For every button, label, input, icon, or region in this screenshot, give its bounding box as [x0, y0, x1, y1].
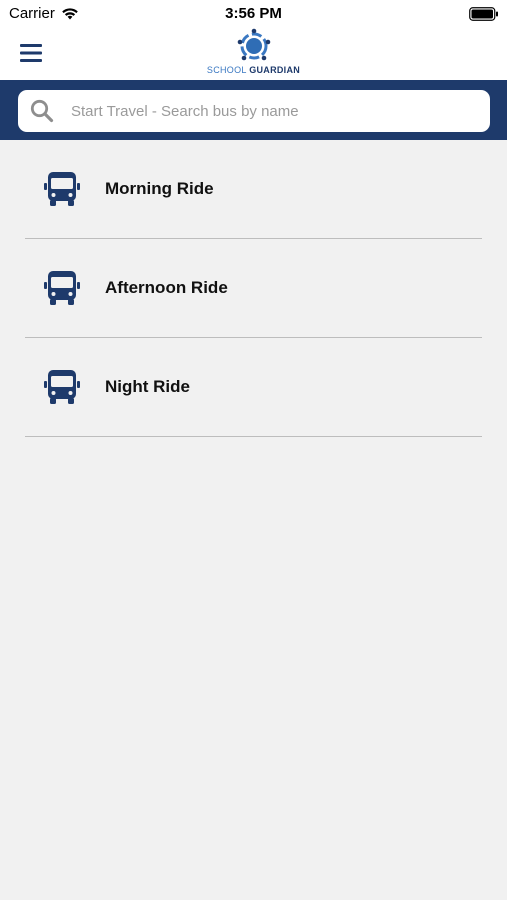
app-logo: SCHOOL GUARDIAN: [0, 28, 507, 80]
search-box[interactable]: [18, 90, 490, 132]
status-time: 3:56 PM: [225, 5, 282, 22]
bus-icon: [44, 172, 80, 206]
logo-word-guardian: GUARDIAN: [249, 65, 301, 75]
ride-label: Night Ride: [105, 377, 190, 396]
battery-icon: [469, 7, 498, 21]
search-input[interactable]: [69, 101, 473, 121]
status-bar: Carrier 3:56 PM: [0, 0, 507, 28]
bus-icon: [44, 271, 80, 305]
bus-icon: [44, 370, 80, 404]
ride-item-afternoon[interactable]: Afternoon Ride: [25, 239, 482, 338]
ride-item-night[interactable]: Night Ride: [25, 338, 482, 437]
ride-list: Morning Ride Afternoon Ride Night Ride: [0, 140, 507, 437]
logo-word-school: SCHOOL: [206, 65, 247, 75]
logo-wordmark: SCHOOL GUARDIAN: [207, 65, 300, 75]
navigation-bar: SCHOOL GUARDIAN: [0, 28, 507, 80]
ride-item-morning[interactable]: Morning Ride: [25, 140, 482, 239]
ride-label: Morning Ride: [105, 179, 214, 198]
ride-label: Afternoon Ride: [105, 278, 228, 297]
search-icon: [30, 99, 54, 123]
school-guardian-logo-icon: [237, 28, 270, 61]
search-band: [0, 80, 507, 140]
